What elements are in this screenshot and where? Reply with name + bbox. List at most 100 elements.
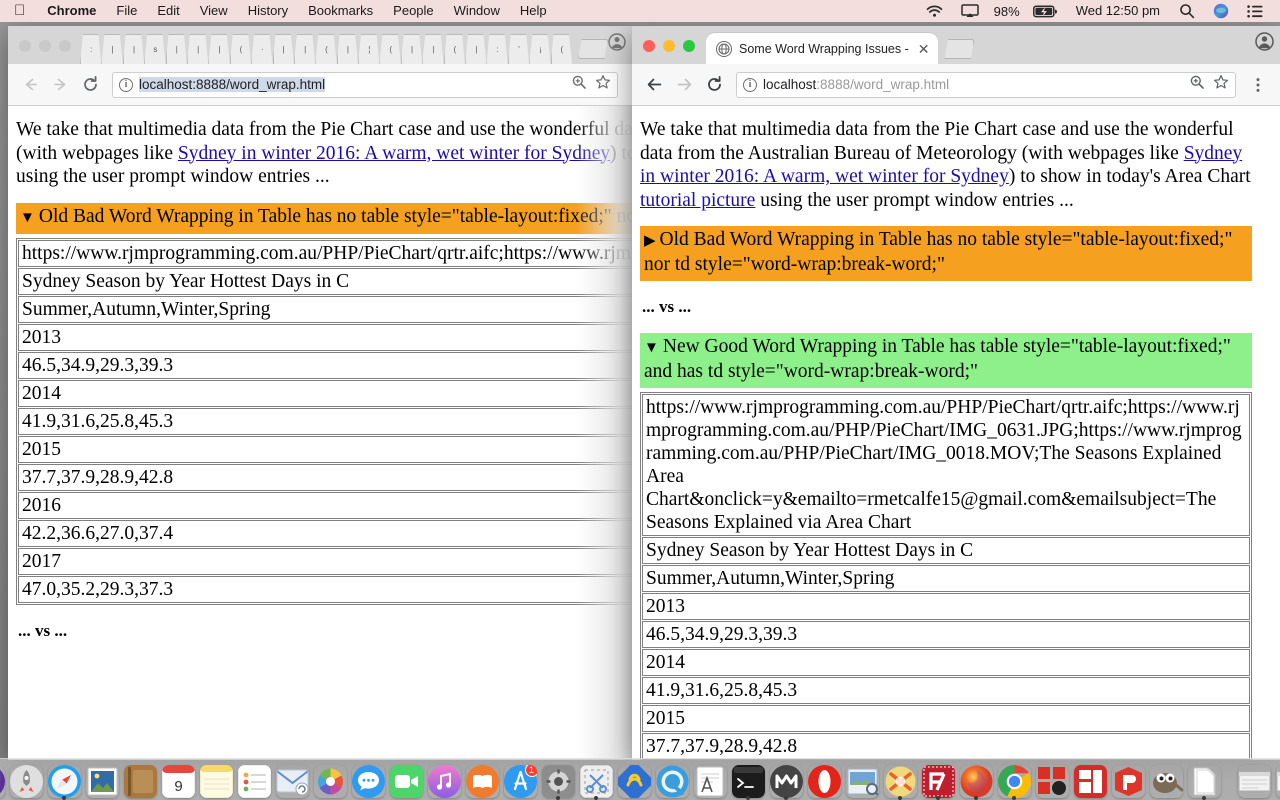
dock-item-documents[interactable] <box>1186 763 1222 800</box>
dock-item-calendar[interactable]: 9 <box>160 763 196 799</box>
close-window-button-left[interactable] <box>19 40 31 52</box>
reload-button-right[interactable] <box>700 71 728 99</box>
new-tab-button-left[interactable] <box>578 39 608 59</box>
collapsed-tab-23[interactable]: ( <box>550 34 572 64</box>
dock-item-automator[interactable] <box>616 763 652 799</box>
site-info-icon-left[interactable]: i <box>119 77 133 92</box>
disclosure-triangle-open-icon-left[interactable]: ▼ <box>20 210 35 226</box>
profile-avatar-icon-left[interactable] <box>608 33 626 56</box>
dock-item-contacts[interactable] <box>122 763 158 799</box>
menu-item-chrome[interactable]: Chrome <box>37 0 106 22</box>
wifi-icon[interactable] <box>917 5 952 18</box>
dock-item-firefox[interactable] <box>958 763 994 800</box>
dock-item-gimp[interactable] <box>1148 763 1184 799</box>
dock-item-notes[interactable] <box>198 763 234 799</box>
forward-button-left[interactable] <box>46 71 74 99</box>
dock-item-preview-stack[interactable] <box>844 763 880 799</box>
dock-item-app-store[interactable]: 1 <box>502 763 538 799</box>
collapsed-tab-8[interactable]: ( <box>229 34 252 64</box>
kebab-menu-icon[interactable] <box>1244 71 1272 99</box>
collapsed-tab-13[interactable]: | <box>336 34 359 64</box>
address-bar-left[interactable]: i localhost:8888/word_wrap.html <box>112 71 618 98</box>
dock-item-red-app-3[interactable] <box>1110 763 1146 799</box>
dock-item-minimized-window-2[interactable] <box>1274 763 1280 799</box>
profile-avatar-icon-right[interactable] <box>1255 32 1274 56</box>
collapsed-tab-9[interactable]: · <box>251 34 273 64</box>
collapsed-tab-list[interactable]: : | | s | | |(· | |(| ¦(| |(|: ' ¡( <box>80 26 572 64</box>
back-button-left[interactable] <box>16 71 44 99</box>
collapsed-tab-6[interactable]: | <box>186 34 209 64</box>
menu-item-people[interactable]: People <box>383 0 443 22</box>
maximize-window-button-left[interactable] <box>59 40 71 52</box>
spotlight-search-icon[interactable] <box>1170 3 1204 19</box>
siri-icon[interactable] <box>1204 3 1238 19</box>
menu-bar-clock[interactable]: Wed 12:50 pm <box>1066 0 1170 22</box>
new-tab-button-right[interactable] <box>944 39 975 59</box>
dock-item-siri[interactable] <box>0 763 6 799</box>
dock-item-safari[interactable] <box>46 763 82 800</box>
dock-item-textedit[interactable] <box>692 763 728 799</box>
collapsed-tab-21[interactable]: ' <box>507 34 530 64</box>
dock-item-system-preferences[interactable] <box>540 763 576 800</box>
menu-item-help[interactable]: Help <box>510 0 557 22</box>
dock-item-reminders[interactable] <box>236 763 272 799</box>
collapsed-tab-11[interactable]: | <box>293 34 316 64</box>
dock-item-xquartz[interactable] <box>882 763 918 800</box>
dock-item-snipping[interactable] <box>578 763 614 800</box>
old-wrapping-summary-right[interactable]: ▶ Old Bad Word Wrapping in Table has no t… <box>640 226 1252 281</box>
collapsed-tab-3[interactable]: | <box>122 34 145 64</box>
reload-button-left[interactable] <box>76 71 104 99</box>
link-sydney-winter-left[interactable]: Sydney in winter 2016: A warm, wet winte… <box>178 143 610 164</box>
airplay-icon[interactable] <box>952 4 988 18</box>
disclosure-triangle-open-icon-right[interactable]: ▼ <box>644 340 659 356</box>
dock-item-mamp[interactable] <box>768 763 804 800</box>
site-info-icon-right[interactable]: i <box>743 77 757 92</box>
dock-item-red-app-1[interactable] <box>1034 763 1070 799</box>
forward-button-right[interactable] <box>670 71 698 99</box>
zoom-icon-right[interactable] <box>1189 74 1205 95</box>
dock-item-facetime[interactable] <box>388 763 424 799</box>
collapsed-tab-17[interactable]: | <box>422 34 444 64</box>
browser-window-background[interactable]: : | | s | | |(· | |(| ¦(| |(|: ' ¡( i localhost:8888… <box>8 26 632 760</box>
minimize-window-button-right[interactable] <box>663 40 675 52</box>
bookmark-star-icon-right[interactable] <box>1213 74 1229 95</box>
menu-item-view[interactable]: View <box>190 0 238 22</box>
menu-item-history[interactable]: History <box>238 0 298 22</box>
page-viewport-left[interactable]: We take that multimedia data from the Pi… <box>8 106 632 760</box>
maximize-window-button-right[interactable] <box>683 40 695 52</box>
dock-item-photos[interactable] <box>312 763 348 799</box>
menu-item-bookmarks[interactable]: Bookmarks <box>298 0 383 22</box>
collapsed-tab-2[interactable]: | <box>101 34 123 64</box>
menu-item-edit[interactable]: Edit <box>147 0 189 22</box>
dock-item-itunes[interactable] <box>426 763 462 799</box>
dock-item-minimized-window-1[interactable] <box>1236 763 1272 799</box>
dock-item-terminal[interactable] <box>730 763 766 800</box>
old-wrapping-summary-left[interactable]: ▼ Old Bad Word Wrapping in Table has no t… <box>16 202 632 234</box>
dock-item-messages[interactable] <box>350 763 386 799</box>
minimize-window-button-left[interactable] <box>39 40 51 52</box>
menu-item-file[interactable]: File <box>106 0 147 22</box>
dock-item-quicktime[interactable] <box>654 763 690 799</box>
apple-menu-icon[interactable]:  <box>0 0 37 22</box>
dock-item-filezilla[interactable] <box>920 763 956 800</box>
collapsed-tab-7[interactable]: | <box>208 34 230 64</box>
page-viewport-right[interactable]: We take that multimedia data from the Pi… <box>632 106 1280 760</box>
collapsed-tab-19[interactable]: | <box>465 34 487 64</box>
new-wrapping-summary[interactable]: ▼ New Good Word Wrapping in Table has tab… <box>640 333 1252 388</box>
collapsed-tab-12[interactable]: ( <box>315 34 337 64</box>
bookmark-star-icon-left[interactable] <box>595 74 611 95</box>
collapsed-tab-18[interactable]: ( <box>443 34 466 64</box>
dock-item-red-app-2[interactable] <box>1072 763 1108 799</box>
battery-icon[interactable] <box>1024 4 1066 18</box>
browser-window-active[interactable]: Some Word Wrapping Issues - ✕ i localhos… <box>632 26 1280 760</box>
dock-item-opera[interactable] <box>806 763 842 799</box>
collapsed-tab-10[interactable]: | <box>272 34 294 64</box>
close-window-button-right[interactable] <box>643 40 655 52</box>
back-button-right[interactable] <box>640 71 668 99</box>
collapsed-tab-16[interactable]: | <box>400 34 423 64</box>
zoom-icon-left[interactable] <box>571 74 587 95</box>
notification-center-icon[interactable] <box>1238 4 1272 18</box>
dock-item-chrome[interactable] <box>996 763 1032 800</box>
link-tutorial-picture-right[interactable]: tutorial picture <box>640 190 755 211</box>
dock-item-ibooks[interactable] <box>464 763 500 799</box>
